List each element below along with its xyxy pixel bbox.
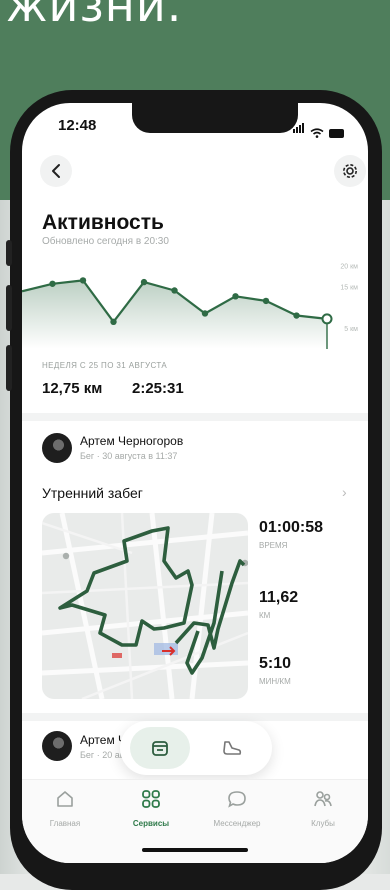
stat-distance-value: 11,62 bbox=[259, 589, 299, 606]
club-icon bbox=[314, 791, 332, 807]
post-meta: Бег · 30 августа в 11:37 bbox=[80, 451, 178, 461]
tab-label: Мессенджер bbox=[213, 819, 261, 828]
tab-home[interactable]: Главная bbox=[22, 788, 108, 828]
notch bbox=[132, 103, 298, 133]
chart-point[interactable] bbox=[171, 287, 178, 294]
chart-point[interactable] bbox=[140, 278, 148, 286]
calendar-button[interactable] bbox=[130, 727, 190, 769]
settings-button[interactable] bbox=[334, 155, 366, 187]
shoe-button[interactable] bbox=[204, 727, 260, 769]
gear-icon bbox=[343, 164, 357, 178]
chart-point[interactable] bbox=[79, 277, 87, 284]
chevron-left-icon bbox=[52, 164, 60, 178]
chart-point[interactable] bbox=[49, 280, 56, 287]
chart-point[interactable] bbox=[293, 312, 300, 319]
tab-label: Сервисы bbox=[132, 819, 170, 828]
chevron-right-icon[interactable]: › bbox=[342, 484, 347, 500]
chart-point-selected[interactable] bbox=[321, 313, 333, 325]
signal-icon bbox=[293, 120, 305, 138]
post-user-name[interactable]: Артем Черногоров bbox=[80, 434, 183, 448]
map-canvas bbox=[42, 513, 248, 699]
stat-time-label: ВРЕМЯ bbox=[259, 541, 288, 550]
post-meta: Бег · 20 ав bbox=[80, 750, 125, 760]
route-map[interactable] bbox=[42, 513, 248, 699]
divider bbox=[22, 713, 368, 721]
divider bbox=[22, 413, 368, 421]
home-icon bbox=[57, 791, 73, 807]
total-duration: 2:25:31 bbox=[132, 380, 184, 397]
floating-action-bar bbox=[120, 721, 272, 775]
calendar-icon bbox=[152, 741, 168, 756]
workout-title[interactable]: Утренний забег bbox=[42, 485, 143, 501]
tab-label: Клубы bbox=[311, 819, 335, 828]
page-title: Активность bbox=[42, 211, 164, 234]
status-time: 12:48 bbox=[58, 117, 97, 134]
side-button bbox=[6, 345, 12, 391]
week-label: НЕДЕЛЯ С 25 ПО 31 АВГУСТА bbox=[42, 361, 168, 370]
back-button[interactable] bbox=[40, 155, 72, 187]
total-distance: 12,75 км bbox=[42, 380, 103, 397]
chart-point[interactable] bbox=[262, 297, 270, 305]
updated-label: Обновлено сегодня в 20:30 bbox=[42, 236, 169, 247]
banner-text: жизни. bbox=[6, 0, 183, 32]
status-icons bbox=[293, 120, 344, 138]
y-tick-label: 5 км bbox=[344, 326, 358, 333]
y-tick-label: 20 км bbox=[340, 263, 358, 270]
y-tick-label: 15 км bbox=[340, 284, 358, 291]
activity-chart[interactable]: 20 км 15 км 5 км bbox=[22, 253, 368, 353]
wifi-icon bbox=[310, 128, 324, 138]
chart-point[interactable] bbox=[110, 318, 117, 326]
avatar[interactable] bbox=[42, 433, 72, 463]
grid-icon bbox=[142, 790, 160, 808]
chart-point[interactable] bbox=[232, 293, 239, 300]
side-button bbox=[6, 285, 12, 331]
chat-icon bbox=[228, 791, 246, 808]
home-indicator bbox=[142, 848, 248, 852]
stat-distance-label: КМ bbox=[259, 611, 271, 620]
stat-time-value: 01:00:58 bbox=[259, 519, 324, 536]
tab-messenger[interactable]: Мессенджер bbox=[194, 788, 280, 828]
stat-pace-label: МИН/КМ bbox=[259, 677, 291, 686]
chart-point[interactable] bbox=[201, 310, 209, 317]
stat-pace-value: 5:10 bbox=[259, 655, 292, 672]
tab-label: Главная bbox=[49, 819, 81, 828]
shoe-icon bbox=[223, 741, 242, 755]
map-pin bbox=[62, 552, 70, 560]
battery-icon bbox=[329, 129, 344, 138]
app-screen: 12:48 Активность Обновлено сегодня в 20:… bbox=[22, 103, 368, 863]
tab-clubs[interactable]: Клубы bbox=[280, 788, 366, 828]
avatar[interactable] bbox=[42, 731, 72, 761]
tab-services[interactable]: Сервисы bbox=[108, 788, 194, 828]
side-button bbox=[6, 240, 12, 266]
